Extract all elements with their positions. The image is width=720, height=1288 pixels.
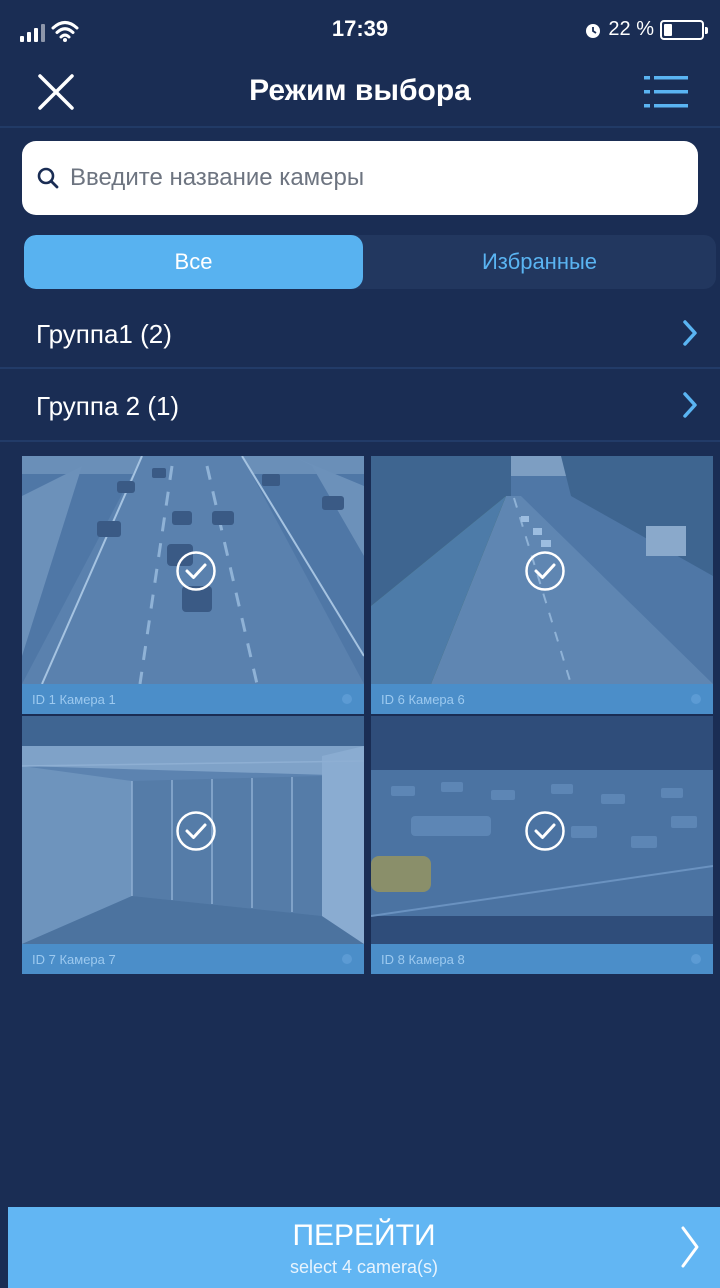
search-input[interactable] bbox=[70, 164, 670, 192]
check-circle-icon bbox=[525, 551, 565, 591]
camera-tile-7[interactable]: ID 7 Камера 7 bbox=[22, 716, 364, 974]
search-box[interactable] bbox=[22, 141, 698, 215]
camera-name: ID 8 Камера 8 bbox=[381, 952, 465, 967]
check-circle-icon bbox=[176, 551, 216, 591]
camera-label: ID 6 Камера 6 bbox=[371, 684, 713, 714]
battery-icon bbox=[660, 19, 708, 40]
status-dot bbox=[342, 694, 352, 704]
camera-name: ID 6 Камера 6 bbox=[381, 692, 465, 707]
tab-favorites[interactable]: Избранные bbox=[363, 235, 716, 289]
camera-tile-8[interactable]: ID 8 Камера 8 bbox=[371, 716, 713, 974]
status-bar: 17:39 22 % bbox=[0, 0, 720, 60]
check-circle-icon bbox=[176, 811, 216, 851]
camera-name: ID 7 Камера 7 bbox=[32, 952, 116, 967]
go-button-sublabel: select 4 camera(s) bbox=[289, 1257, 439, 1277]
chevron-right-icon bbox=[683, 392, 697, 418]
status-dot bbox=[691, 694, 701, 704]
search-icon bbox=[37, 167, 59, 189]
camera-label: ID 7 Камера 7 bbox=[22, 944, 364, 974]
camera-label: ID 1 Камера 1 bbox=[22, 684, 364, 714]
chevron-right-icon bbox=[683, 320, 697, 346]
filter-tabs: Все Избранные bbox=[24, 235, 716, 289]
go-button[interactable]: ПЕРЕЙТИ select 4 camera(s) bbox=[8, 1207, 720, 1288]
nav-bar: Режим выбора bbox=[0, 60, 720, 126]
header-divider bbox=[0, 126, 720, 128]
group-row-1[interactable]: Группа1 (2) bbox=[0, 297, 720, 369]
status-right: 22 % bbox=[584, 18, 708, 41]
close-icon bbox=[38, 74, 74, 110]
group-row-2[interactable]: Группа 2 (1) bbox=[0, 369, 720, 441]
group-label: Группа1 (2) bbox=[36, 319, 172, 349]
list-icon bbox=[644, 76, 688, 108]
go-button-label: ПЕРЕЙТИ bbox=[292, 1219, 436, 1252]
chevron-right-icon bbox=[681, 1226, 699, 1268]
battery-fill bbox=[664, 23, 672, 36]
alarm-icon bbox=[586, 23, 601, 38]
status-dot bbox=[342, 954, 352, 964]
camera-tile-6[interactable]: ID 6 Камера 6 bbox=[371, 456, 713, 714]
list-view-button[interactable] bbox=[642, 72, 690, 112]
camera-label: ID 8 Камера 8 bbox=[371, 944, 713, 974]
camera-tile-1[interactable]: ID 1 Камера 1 bbox=[22, 456, 364, 714]
tab-all[interactable]: Все bbox=[24, 235, 363, 289]
page-title: Режим выбора bbox=[249, 74, 471, 107]
group-label: Группа 2 (1) bbox=[36, 391, 180, 421]
check-circle-icon bbox=[525, 811, 565, 851]
camera-name: ID 1 Камера 1 bbox=[32, 692, 116, 707]
group-divider bbox=[0, 440, 720, 442]
battery-percent: 22 % bbox=[608, 18, 654, 40]
close-button[interactable] bbox=[34, 70, 78, 114]
status-dot bbox=[691, 954, 701, 964]
